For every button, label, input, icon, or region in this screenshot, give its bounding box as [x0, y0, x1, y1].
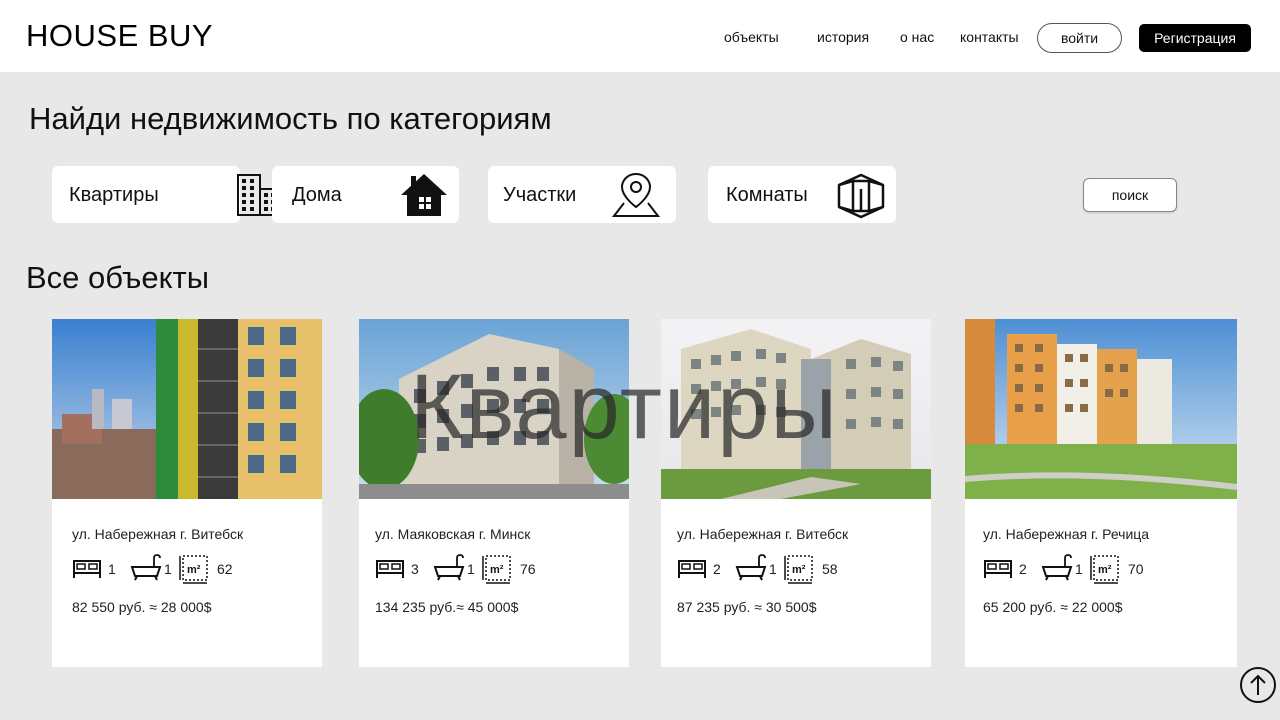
categories-title: Найди недвижимость по категориям [29, 101, 552, 136]
category-label: Квартиры [69, 184, 159, 206]
bathtub-icon [130, 554, 162, 581]
area-value: 76 [520, 561, 536, 577]
listing-card[interactable]: ул. Маяковская г. Минск 3 1 m² 76 134 23… [359, 319, 629, 667]
arrow-up-circle-icon [1250, 674, 1266, 695]
listing-photo [965, 319, 1237, 499]
listing-address: ул. Набережная г. Витебск [72, 526, 244, 542]
map-pin-icon [611, 172, 661, 217]
nav-about[interactable]: о нас [900, 29, 934, 45]
logo[interactable]: HOUSE BUY [26, 18, 213, 54]
header: HOUSE BUY объекты история о нас контакты… [0, 0, 1280, 72]
bed-icon [984, 560, 1012, 578]
baths-count: 1 [1075, 561, 1083, 577]
scroll-to-top-button[interactable] [1240, 667, 1276, 703]
listing-address: ул. Маяковская г. Минск [375, 526, 531, 542]
listing-price: 87 235 руб. ≈ 30 500$ [677, 599, 817, 615]
area-m2-icon: m² [1090, 555, 1119, 584]
listing-features: 1 1 m² 62 [72, 553, 252, 585]
listing-address: ул. Набережная г. Витебск [677, 526, 849, 542]
baths-count: 1 [467, 561, 475, 577]
area-unit-label: m² [792, 564, 806, 576]
listing-features: 2 1 m² 58 [677, 553, 857, 585]
login-button[interactable]: войти [1037, 23, 1122, 53]
beds-count: 1 [108, 561, 116, 577]
bathtub-icon [433, 554, 465, 581]
bed-icon [376, 560, 404, 578]
area-m2-icon: m² [482, 555, 511, 584]
search-button[interactable]: поиск [1083, 178, 1177, 212]
listing-price: 65 200 руб. ≈ 22 000$ [983, 599, 1123, 615]
bed-icon [678, 560, 706, 578]
beds-count: 3 [411, 561, 419, 577]
beds-count: 2 [713, 561, 721, 577]
room-icon [837, 173, 885, 219]
bathtub-icon [735, 554, 767, 581]
category-houses[interactable]: Дома [272, 166, 459, 223]
listing-features: 2 1 m² 70 [983, 553, 1163, 585]
listing-card[interactable]: ул. Набережная г. Витебск 2 1 m² 58 87 2… [661, 319, 931, 667]
nav-history[interactable]: история [817, 29, 869, 45]
listing-card[interactable]: ул. Набережная г. Витебск 1 1 m² 62 82 5… [52, 319, 322, 667]
category-label: Комнаты [726, 184, 808, 206]
listing-photo [661, 319, 931, 499]
listing-address: ул. Набережная г. Речица [983, 526, 1150, 542]
listings-title: Все объекты [26, 260, 210, 295]
area-value: 70 [1128, 561, 1144, 577]
listing-price: 134 235 руб.≈ 45 000$ [375, 599, 519, 615]
listing-photo [359, 319, 629, 499]
bathtub-icon [1041, 554, 1073, 581]
area-value: 62 [217, 561, 233, 577]
category-rooms[interactable]: Комнаты [708, 166, 896, 223]
category-label: Участки [503, 184, 577, 206]
area-m2-icon: m² [784, 555, 813, 584]
category-apartments[interactable]: Квартиры [52, 166, 279, 223]
beds-count: 2 [1019, 561, 1027, 577]
area-unit-label: m² [490, 564, 504, 576]
listing-photo [52, 319, 322, 499]
listing-price: 82 550 руб. ≈ 28 000$ [72, 599, 212, 615]
baths-count: 1 [769, 561, 777, 577]
area-m2-icon: m² [179, 555, 208, 584]
area-unit-label: m² [187, 564, 201, 576]
nav-contacts[interactable]: контакты [960, 29, 1019, 45]
house-icon [401, 174, 447, 216]
bed-icon [73, 560, 101, 578]
listing-card[interactable]: ул. Набережная г. Речица 2 1 m² 70 65 20… [965, 319, 1237, 667]
nav-objects[interactable]: объекты [724, 29, 779, 45]
listing-features: 3 1 m² 76 [375, 553, 555, 585]
area-unit-label: m² [1098, 564, 1112, 576]
category-label: Дома [292, 184, 342, 206]
register-button[interactable]: Регистрация [1139, 24, 1251, 52]
category-plots[interactable]: Участки [488, 166, 676, 223]
baths-count: 1 [164, 561, 172, 577]
area-value: 58 [822, 561, 838, 577]
